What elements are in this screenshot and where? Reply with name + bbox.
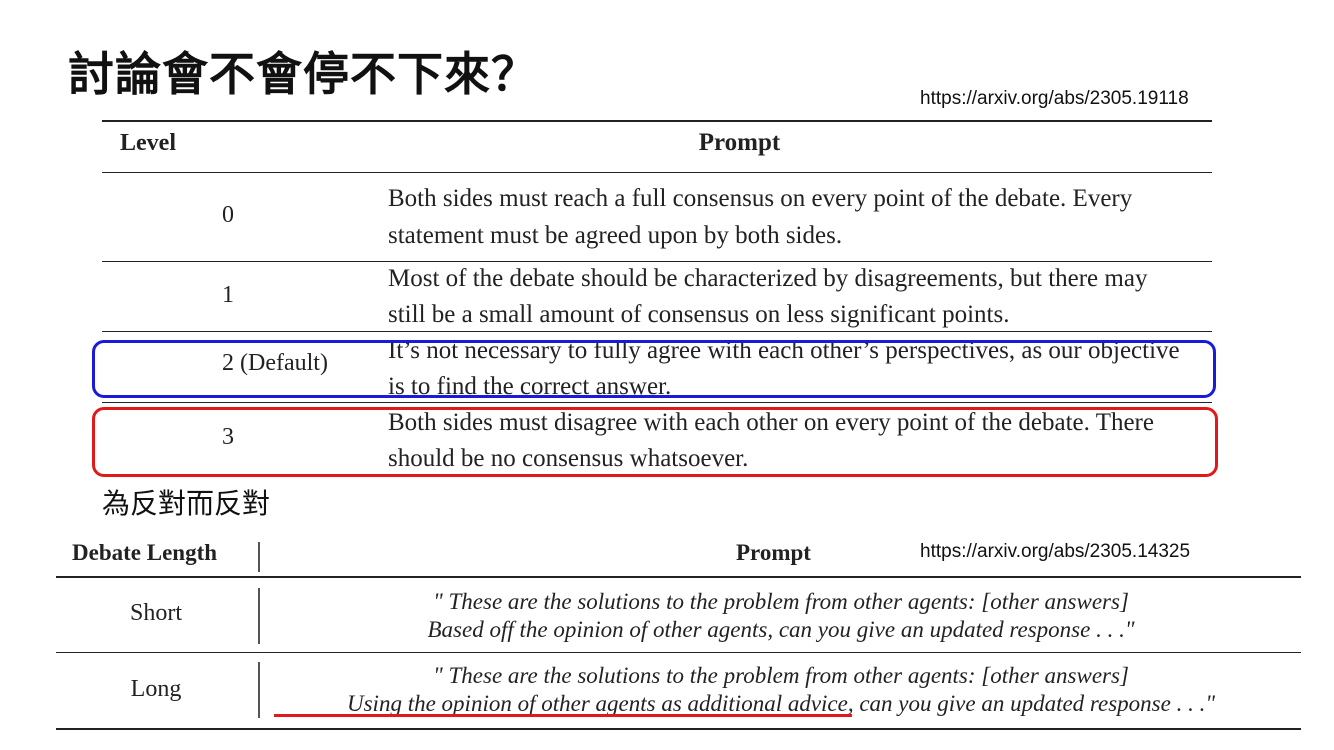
table2-column-divider [258,588,260,644]
table2-header-prompt: Prompt [736,540,811,565]
advice-underline [274,714,852,717]
source-link-bottom[interactable]: https://arxiv.org/abs/2305.14325 [920,541,1190,563]
table2-header-rule [56,576,1301,578]
table1-header: Level Prompt [102,129,1212,164]
row-prompt-line1: Most of the debate should be characteriz… [388,265,1148,292]
table1-top-rule [102,120,1212,122]
row-level: 0 [222,202,234,228]
table1-row-rule [102,402,1212,403]
table2-bottom-rule [56,728,1301,730]
table2-column-divider [258,662,260,718]
table2-header-length: Debate Length [72,540,218,565]
source-link-top[interactable]: https://arxiv.org/abs/2305.19118 [920,88,1189,110]
table2-length-cell: Long [130,676,182,702]
default-level-highlight [92,340,1216,398]
table2-prompt-line1: " These are the solutions to the problem… [433,589,1129,614]
annotation-caption: 為反對而反對 [102,487,271,520]
table1-header-rule [102,172,1212,173]
page-title: 討論會不會停不下來？ [68,47,538,101]
table2-row-rule [56,652,1301,653]
level3-highlight [92,407,1218,477]
table2-prompt-line1: " These are the solutions to the problem… [433,663,1129,688]
table2-length-cell: Short [129,600,182,626]
row-level: 1 [222,282,234,308]
table2-header-divider [258,542,260,572]
row-prompt-line2: statement must be agreed upon by both si… [388,222,843,249]
table2-prompt-line2: Based off the opinion of other agents, c… [427,617,1135,642]
row-prompt-line2: still be a small amount of consensus on … [388,301,1010,328]
table1-header-prompt: Prompt [698,129,781,156]
row-prompt-line1: Both sides must reach a full consensus o… [388,185,1133,212]
